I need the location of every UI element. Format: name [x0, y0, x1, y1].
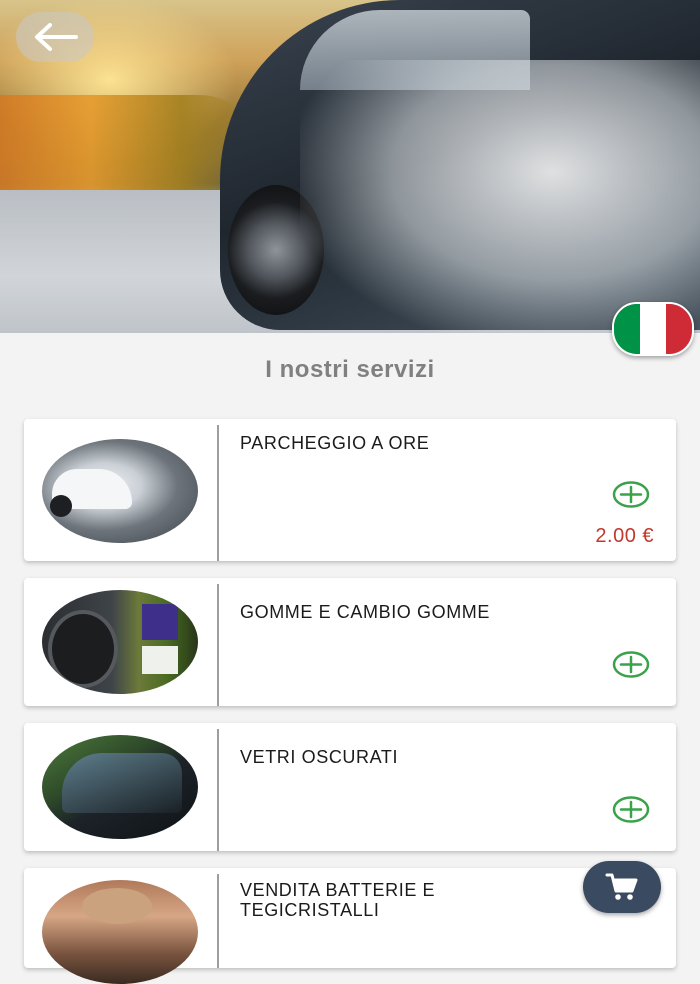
arrow-left-icon — [35, 23, 78, 51]
service-name: GOMME E CAMBIO GOMME — [240, 602, 491, 622]
hero-water-spray — [300, 60, 700, 333]
section-title: I nostri servizi — [265, 356, 435, 383]
card-divider — [217, 425, 219, 561]
card-divider — [217, 874, 219, 968]
flag-green-stripe — [614, 304, 640, 354]
service-card[interactable]: PARCHEGGIO A ORE 2.00 € — [24, 419, 676, 561]
service-name: VETRI OSCURATI — [240, 747, 399, 767]
cart-icon — [605, 873, 638, 900]
flag-red-stripe — [666, 304, 692, 354]
service-image — [42, 590, 198, 694]
card-divider — [217, 584, 219, 706]
service-name: PARCHEGGIO A ORE — [240, 433, 430, 453]
language-button[interactable] — [612, 302, 694, 356]
hero-image — [0, 0, 700, 333]
cart-button[interactable] — [583, 861, 661, 913]
plus-circle-icon[interactable] — [612, 481, 650, 508]
service-card[interactable]: GOMME E CAMBIO GOMME — [24, 578, 676, 706]
service-price: 2.00 € — [595, 525, 654, 547]
service-card[interactable]: VENDITA BATTERIE E TEGICRISTALLI — [24, 868, 676, 984]
service-image — [42, 735, 198, 839]
service-name: VENDITA BATTERIE E TEGICRISTALLI — [240, 880, 436, 920]
service-image — [42, 880, 198, 984]
plus-circle-icon[interactable] — [612, 651, 650, 678]
flag-white-stripe — [640, 304, 666, 354]
plus-circle-icon[interactable] — [612, 796, 650, 823]
back-button[interactable] — [16, 12, 94, 62]
service-card[interactable]: VETRI OSCURATI — [24, 723, 676, 851]
service-image — [42, 439, 198, 543]
card-divider — [217, 729, 219, 851]
